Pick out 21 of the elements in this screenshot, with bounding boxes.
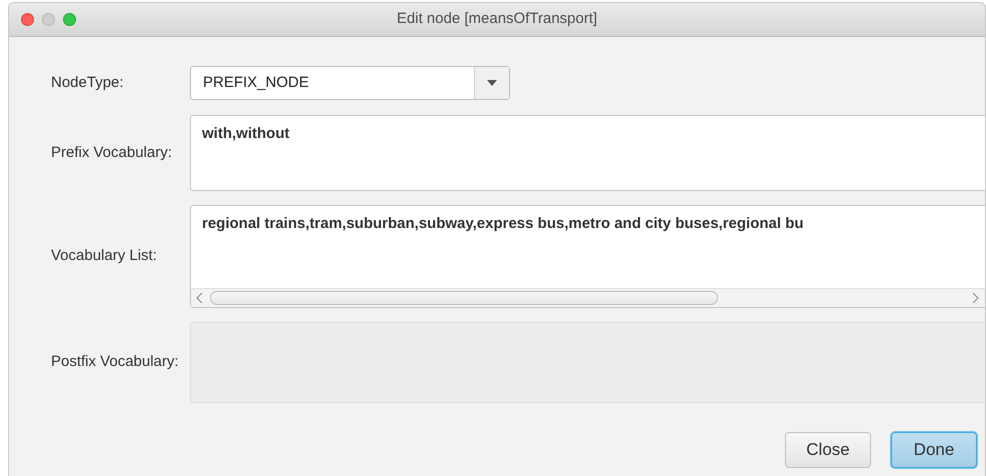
minimize-window-icon[interactable] <box>42 13 55 26</box>
node-type-dropdown[interactable]: PREFIX_NODE <box>190 66 510 100</box>
text-area-value: regional trains,tram,suburban,subway,express bus,metro and city buses,regional bu <box>202 215 804 232</box>
field-label: Postfix Vocabulary: <box>50 352 180 372</box>
dropdown-value: PREFIX_NODE <box>202 72 310 93</box>
scroll-left-icon[interactable] <box>196 293 204 303</box>
close-window-icon[interactable] <box>21 13 34 26</box>
scroll-right-icon[interactable] <box>971 293 979 303</box>
scrollbar-thumb[interactable] <box>210 291 718 305</box>
window-title: Edit node [meansOfTransport] <box>396 9 598 30</box>
field-label: NodeType: <box>50 72 125 93</box>
dialog-button[interactable]: Done <box>891 432 977 468</box>
dialog-button[interactable]: Close <box>785 432 871 468</box>
field-label: Vocabulary List: <box>50 246 158 266</box>
maximize-window-icon[interactable] <box>63 13 76 26</box>
field-label: Prefix Vocabulary: <box>50 142 173 163</box>
text-area[interactable]: regional trains,tram,suburban,subway,express bus,metro and city buses,regional bu <box>190 205 985 308</box>
text-area-value: with,without <box>202 125 290 142</box>
text-area[interactable]: with,without <box>190 115 985 191</box>
caret-icon <box>487 80 497 86</box>
horizontal-scrollbar[interactable] <box>191 288 985 307</box>
